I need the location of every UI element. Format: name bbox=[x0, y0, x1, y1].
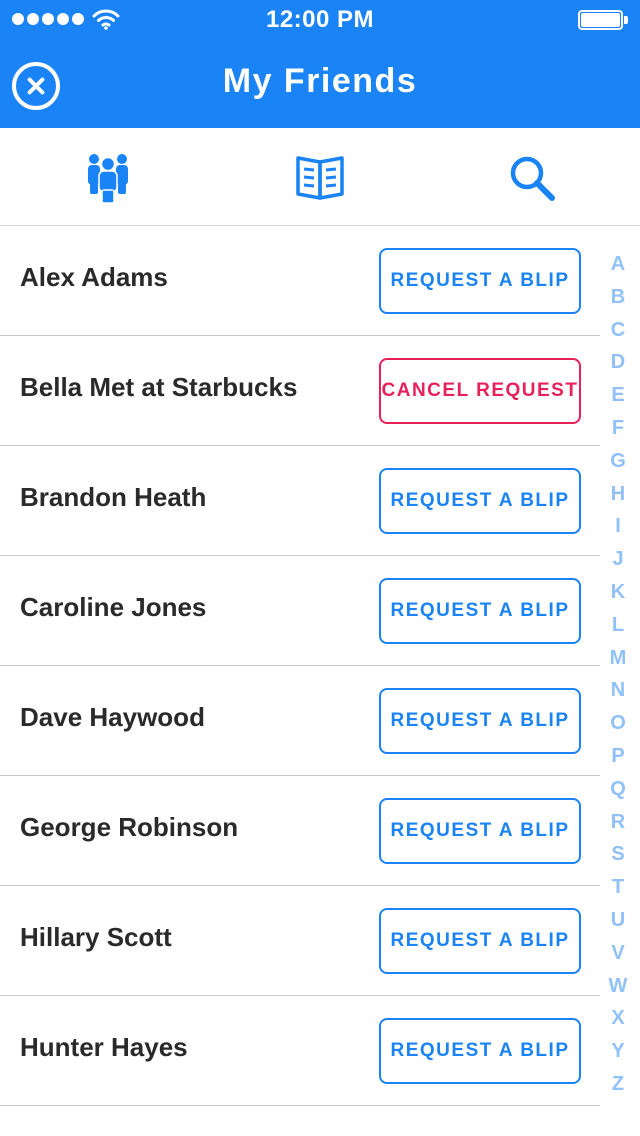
tab-bar bbox=[0, 128, 640, 226]
index-letter-d[interactable]: D bbox=[611, 346, 625, 379]
list-item: Dave Haywood REQUEST A BLIP bbox=[0, 666, 600, 776]
tab-friends[interactable] bbox=[78, 150, 138, 206]
list-item: Bella Met at Starbucks CANCEL REQUEST bbox=[0, 336, 600, 446]
cancel-request-button[interactable]: CANCEL REQUEST bbox=[379, 358, 581, 424]
tab-book[interactable] bbox=[290, 150, 350, 206]
index-letter-h[interactable]: H bbox=[611, 478, 625, 511]
index-letter-f[interactable]: F bbox=[612, 412, 624, 445]
nav-bar: My Friends bbox=[0, 40, 640, 128]
friend-name: George Robinson bbox=[20, 812, 239, 842]
request-blip-button[interactable]: REQUEST A BLIP bbox=[379, 468, 581, 534]
index-letter-w[interactable]: W bbox=[609, 970, 628, 1003]
index-letter-n[interactable]: N bbox=[611, 674, 625, 707]
index-letter-b[interactable]: B bbox=[611, 281, 625, 314]
search-icon bbox=[510, 156, 555, 201]
index-letter-u[interactable]: U bbox=[611, 904, 625, 937]
index-letter-m[interactable]: M bbox=[610, 642, 627, 675]
index-letter-t[interactable]: T bbox=[612, 871, 624, 904]
index-letter-k[interactable]: K bbox=[611, 576, 625, 609]
status-bar: 12:00 PM bbox=[0, 0, 640, 40]
index-letter-i[interactable]: I bbox=[615, 510, 621, 543]
index-letter-z[interactable]: Z bbox=[612, 1068, 624, 1101]
alphabet-index: A B C D E F G H I J K L M N O P Q R S T … bbox=[606, 248, 630, 1101]
index-letter-s[interactable]: S bbox=[611, 838, 624, 871]
request-blip-button[interactable]: REQUEST A BLIP bbox=[379, 1018, 581, 1084]
status-time: 12:00 PM bbox=[265, 6, 375, 33]
list-item: George Robinson REQUEST A BLIP bbox=[0, 776, 600, 886]
list-item: Brandon Heath REQUEST A BLIP bbox=[0, 446, 600, 556]
index-letter-e[interactable]: E bbox=[611, 379, 624, 412]
index-letter-o[interactable]: O bbox=[610, 707, 626, 740]
friend-name: Hillary Scott bbox=[20, 922, 172, 952]
friend-name: Hunter Hayes bbox=[20, 1032, 188, 1062]
index-letter-l[interactable]: L bbox=[612, 609, 624, 642]
index-letter-a[interactable]: A bbox=[611, 248, 625, 281]
request-blip-button[interactable]: REQUEST A BLIP bbox=[379, 798, 581, 864]
friend-name: Alex Adams bbox=[20, 262, 168, 292]
page-title: My Friends bbox=[222, 62, 418, 100]
index-letter-p[interactable]: P bbox=[611, 740, 624, 773]
request-blip-button[interactable]: REQUEST A BLIP bbox=[379, 688, 581, 754]
index-letter-y[interactable]: Y bbox=[611, 1035, 624, 1068]
list-item: Hillary Scott REQUEST A BLIP bbox=[0, 886, 600, 996]
request-blip-button[interactable]: REQUEST A BLIP bbox=[379, 908, 581, 974]
friend-name: Brandon Heath bbox=[20, 482, 207, 512]
request-blip-button[interactable]: REQUEST A BLIP bbox=[379, 578, 581, 644]
friend-name: Caroline Jones bbox=[20, 592, 207, 622]
list-item: Alex Adams REQUEST A BLIP bbox=[0, 226, 600, 336]
friend-name: Bella Met at Starbucks bbox=[20, 372, 298, 402]
tab-search[interactable] bbox=[502, 150, 562, 206]
index-letter-c[interactable]: C bbox=[611, 314, 625, 347]
index-letter-v[interactable]: V bbox=[611, 937, 624, 970]
list-item: Caroline Jones REQUEST A BLIP bbox=[0, 556, 600, 666]
index-letter-q[interactable]: Q bbox=[610, 773, 626, 806]
friend-name: Dave Haywood bbox=[20, 702, 205, 732]
list-item: Hunter Hayes REQUEST A BLIP bbox=[0, 996, 600, 1106]
friends-group-icon bbox=[88, 154, 128, 204]
friend-list: Alex Adams REQUEST A BLIP Bella Met at S… bbox=[0, 226, 600, 1106]
request-blip-button[interactable]: REQUEST A BLIP bbox=[379, 248, 581, 314]
open-book-icon bbox=[296, 156, 344, 200]
index-letter-x[interactable]: X bbox=[611, 1002, 624, 1035]
index-letter-r[interactable]: R bbox=[611, 806, 625, 839]
battery-icon bbox=[578, 10, 628, 30]
index-letter-j[interactable]: J bbox=[612, 543, 623, 576]
index-letter-g[interactable]: G bbox=[610, 445, 626, 478]
